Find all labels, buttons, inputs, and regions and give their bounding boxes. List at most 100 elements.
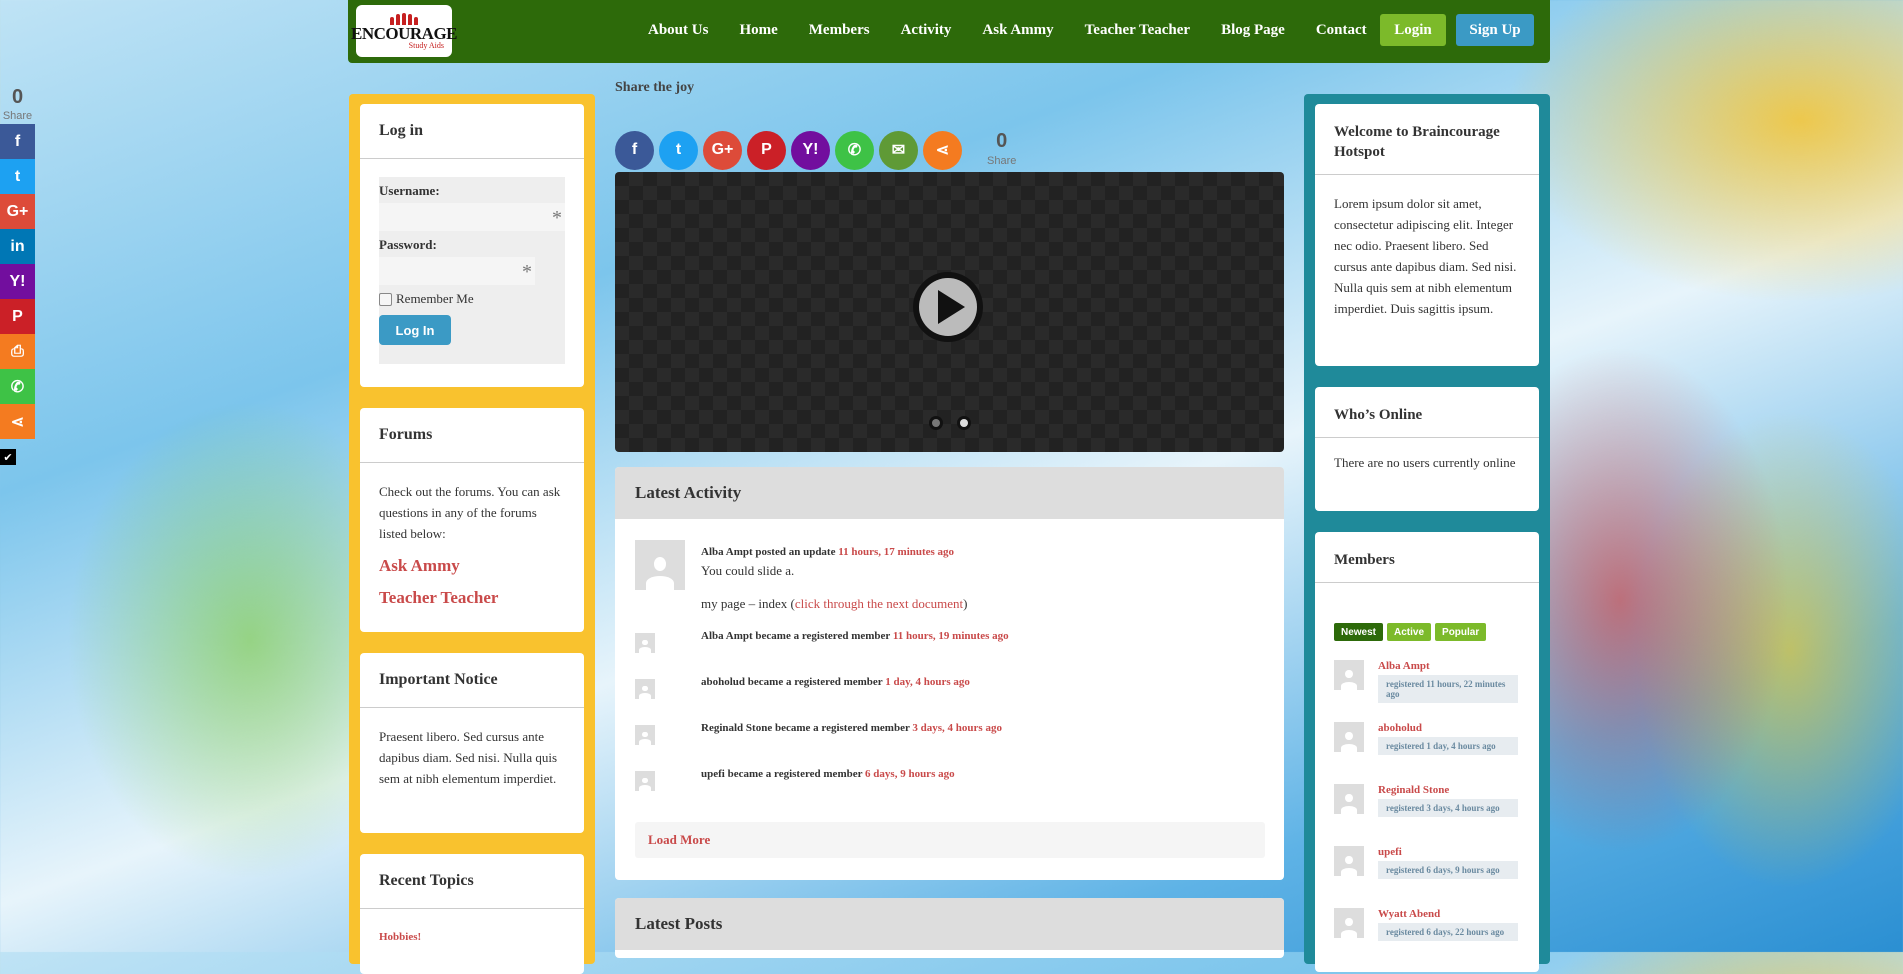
activity-actor[interactable]: Reginald Stone became a registered membe…	[701, 722, 910, 734]
avatar[interactable]	[1334, 908, 1364, 939]
recent-topics-widget: Recent Topics Hobbies!	[360, 854, 584, 974]
member-name[interactable]: Alba Ampt	[1378, 660, 1430, 672]
facebook-icon[interactable]: f	[0, 124, 35, 159]
left-sidebar: Log in Username: * Password: * Remember …	[349, 94, 595, 974]
member-name[interactable]: Reginald Stone	[1378, 784, 1449, 796]
nav-teacher-teacher[interactable]: Teacher Teacher	[1085, 22, 1190, 39]
whatsapp-icon[interactable]: ✆	[0, 369, 35, 404]
notice-widget: Important Notice Praesent libero. Sed cu…	[360, 653, 584, 833]
facebook-icon[interactable]: f	[615, 130, 654, 170]
tab-active[interactable]: Active	[1387, 623, 1432, 641]
logo-title: ENCOURAGE	[351, 23, 458, 43]
share-icon[interactable]: ⋖	[0, 404, 35, 439]
whatsapp-icon[interactable]: ✆	[835, 130, 874, 170]
forums-description: Check out the forums. You can ask questi…	[379, 484, 561, 541]
latest-posts-panel: Latest Posts	[615, 898, 1284, 958]
video-slider[interactable]	[615, 172, 1284, 452]
member-name[interactable]: aboholud	[1378, 722, 1422, 734]
avatar[interactable]	[1334, 722, 1364, 753]
pinterest-icon[interactable]: P	[747, 130, 786, 170]
activity-item: upefi became a registered member 6 days,…	[701, 768, 955, 780]
nav-blog-page[interactable]: Blog Page	[1221, 22, 1285, 39]
load-more-button[interactable]: Load More	[635, 822, 1265, 858]
pinterest-icon[interactable]: P	[0, 299, 35, 334]
nav-home[interactable]: Home	[739, 22, 777, 39]
activity-link[interactable]: click through the next document	[795, 596, 963, 611]
nav-members[interactable]: Members	[809, 22, 870, 39]
slide-dot[interactable]	[929, 416, 943, 430]
latest-activity-panel: Latest Activity Alba Ampt posted an upda…	[615, 467, 1284, 880]
activity-time[interactable]: 11 hours, 19 minutes ago	[893, 630, 1009, 642]
share-count: 0	[11, 86, 24, 108]
avatar[interactable]	[1334, 784, 1364, 815]
avatar[interactable]	[635, 540, 685, 590]
forum-link-ask-ammy[interactable]: Ask Ammy	[379, 554, 565, 578]
activity-link-line: my page – index (click through the next …	[701, 596, 967, 612]
online-title: Who’s Online	[1334, 407, 1423, 423]
avatar[interactable]	[1334, 846, 1364, 877]
log-in-button[interactable]: Log In	[379, 315, 451, 345]
avatar[interactable]	[1334, 660, 1364, 691]
twitter-icon[interactable]: t	[659, 130, 698, 170]
activity-item: Alba Ampt became a registered member 11 …	[701, 630, 1009, 642]
print-icon[interactable]: ⎙	[0, 334, 35, 369]
topic-link[interactable]: Hobbies!	[379, 931, 421, 943]
nav-about-us[interactable]: About Us	[648, 22, 708, 39]
activity-actor[interactable]: upefi became a registered member	[701, 768, 862, 780]
activity-item: Reginald Stone became a registered membe…	[701, 722, 1002, 734]
forums-widget: Forums Check out the forums. You can ask…	[360, 408, 584, 632]
email-icon[interactable]: ✉	[879, 130, 918, 170]
right-sidebar: Welcome to Braincourage Hotspot Lorem ip…	[1304, 94, 1550, 972]
nav-contact[interactable]: Contact	[1316, 22, 1367, 39]
linkedin-icon[interactable]: in	[0, 229, 35, 264]
play-icon[interactable]	[913, 272, 983, 342]
site-logo[interactable]: ENCOURAGE Study Aids	[351, 5, 458, 57]
login-title: Log in	[379, 122, 424, 139]
remember-me[interactable]: Remember Me	[379, 291, 565, 307]
site-header: ENCOURAGE Study Aids About Us Home Membe…	[348, 0, 1550, 63]
tab-popular[interactable]: Popular	[1435, 623, 1487, 641]
username-field[interactable]: *	[379, 203, 565, 231]
recent-topics-title: Recent Topics	[379, 872, 474, 889]
nav-ask-ammy[interactable]: Ask Ammy	[982, 22, 1053, 39]
welcome-widget: Welcome to Braincourage Hotspot Lorem ip…	[1315, 104, 1539, 366]
activity-time[interactable]: 6 days, 9 hours ago	[865, 768, 955, 780]
slide-dot-active[interactable]	[957, 416, 971, 430]
logo-subtitle: Study Aids	[408, 40, 444, 50]
activity-link-suffix: )	[963, 596, 968, 611]
tab-newest[interactable]: Newest	[1334, 623, 1384, 641]
yahoo-icon[interactable]: Y!	[0, 264, 35, 299]
password-field[interactable]: *	[379, 257, 535, 285]
activity-actor[interactable]: Alba Ampt posted an update	[701, 546, 835, 558]
member-name[interactable]: Wyatt Abend	[1378, 908, 1440, 920]
avatar[interactable]	[635, 633, 655, 653]
notice-title: Important Notice	[379, 671, 498, 688]
yahoo-icon[interactable]: Y!	[791, 130, 830, 170]
username-label: Username:	[379, 183, 440, 198]
divider	[360, 158, 584, 159]
twitter-icon[interactable]: t	[0, 159, 35, 194]
login-button[interactable]: Login	[1380, 14, 1446, 46]
member-registered: registered 11 hours, 22 minutes ago	[1378, 675, 1518, 703]
hide-share-bar-icon[interactable]: ✔	[0, 449, 16, 465]
activity-time[interactable]: 1 day, 4 hours ago	[885, 676, 970, 688]
activity-time[interactable]: 3 days, 4 hours ago	[912, 722, 1002, 734]
remember-checkbox[interactable]	[379, 292, 392, 306]
avatar[interactable]	[635, 725, 655, 745]
activity-actor[interactable]: aboholud became a registered member	[701, 676, 882, 688]
member-name[interactable]: upefi	[1378, 846, 1402, 858]
avatar[interactable]	[635, 679, 655, 699]
divider	[1315, 582, 1539, 583]
activity-actor[interactable]: Alba Ampt became a registered member	[701, 630, 890, 642]
signup-button[interactable]: Sign Up	[1456, 14, 1534, 46]
nav-activity[interactable]: Activity	[901, 22, 952, 39]
google-plus-icon[interactable]: G+	[0, 194, 35, 229]
member-registered: registered 6 days, 22 hours ago	[1378, 923, 1518, 941]
share-icon[interactable]: ⋖	[923, 130, 962, 170]
activity-time[interactable]: 11 hours, 17 minutes ago	[838, 546, 954, 558]
google-plus-icon[interactable]: G+	[703, 130, 742, 170]
forum-link-teacher-teacher[interactable]: Teacher Teacher	[379, 586, 565, 610]
main-nav: About Us Home Members Activity Ask Ammy …	[648, 0, 1398, 60]
avatar[interactable]	[635, 771, 655, 791]
share-count: 0	[996, 130, 1008, 152]
